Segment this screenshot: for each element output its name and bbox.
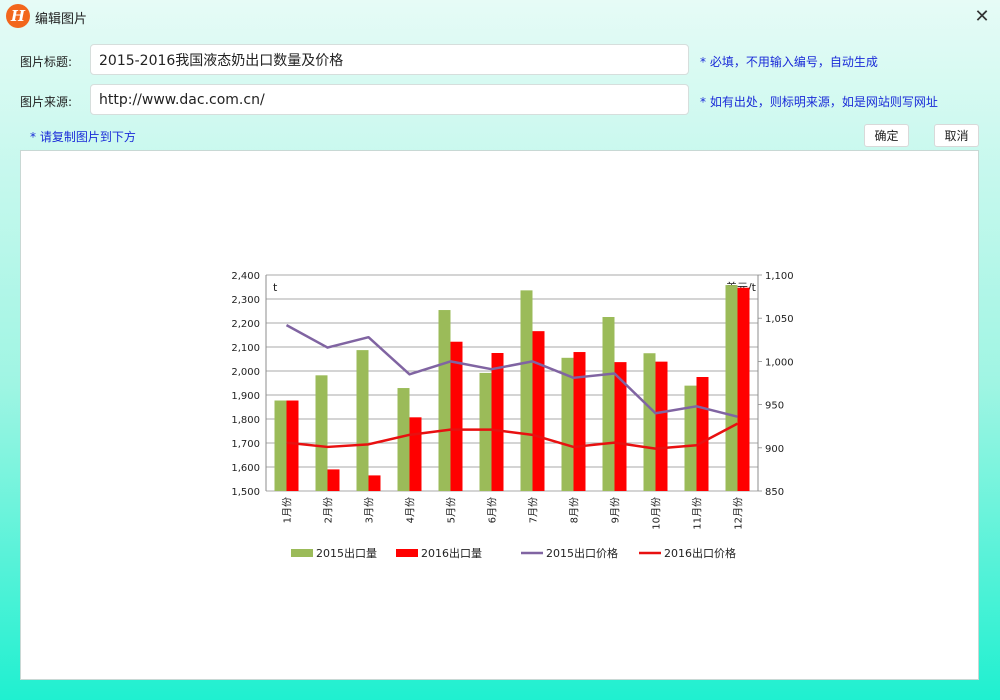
- x-tick-label: 9月份: [610, 497, 622, 523]
- bar-2015出口量-5月份: [438, 310, 451, 491]
- legend-swatch-2015出口量: [291, 549, 313, 557]
- title-required-hint: * 必填，不用输入编号，自动生成: [700, 55, 878, 69]
- legend-label-2015出口量: 2015出口量: [316, 546, 377, 560]
- window-title: 编辑图片: [35, 12, 88, 27]
- title-input[interactable]: [90, 44, 689, 75]
- x-tick-label: 7月份: [528, 497, 540, 523]
- bar-2015出口量-7月份: [520, 290, 533, 491]
- title-field-label: 图片标题:: [20, 55, 73, 69]
- bar-2015出口量-3月份: [356, 350, 369, 491]
- y-left-tick-label: 2,400: [231, 271, 260, 282]
- legend-label-2015出口价格: 2015出口价格: [546, 546, 618, 560]
- line-2016出口价格: [286, 422, 739, 450]
- app-logo-icon: H: [6, 4, 30, 28]
- bar-2015出口量-2月份: [315, 375, 328, 491]
- confirm-button[interactable]: 确定: [864, 124, 909, 147]
- x-tick-label: 11月份: [692, 497, 704, 530]
- bar-2015出口量-11月份: [684, 385, 697, 491]
- close-icon[interactable]: ✕: [968, 2, 996, 30]
- x-tick-label: 5月份: [446, 497, 458, 523]
- bar-2016出口量-10月份: [655, 361, 668, 491]
- y-right-tick-label: 1,000: [765, 357, 794, 368]
- y-left-tick-label: 1,700: [231, 439, 260, 450]
- x-tick-label: 3月份: [364, 497, 376, 523]
- paste-image-hint: * 请复制图片到下方: [30, 130, 136, 144]
- y-right-tick-label: 900: [765, 444, 784, 455]
- y-left-unit-label: t: [273, 281, 278, 294]
- bar-2015出口量-4月份: [397, 388, 410, 491]
- source-input[interactable]: [90, 84, 689, 115]
- export-chart: 1,500 1,600 1,700 1,800 1,900 2,000 2,100 2,200…: [231, 271, 794, 560]
- bar-2016出口量-7月份: [532, 331, 545, 491]
- y-right-tick-label: 950: [765, 401, 784, 412]
- legend-label-2016出口量: 2016出口量: [421, 546, 482, 560]
- y-left-tick-label: 1,800: [231, 415, 260, 426]
- bar-2016出口量-12月份: [737, 287, 750, 491]
- legend-label-2016出口价格: 2016出口价格: [664, 546, 736, 560]
- source-field-label: 图片来源:: [20, 95, 73, 109]
- x-tick-label: 4月份: [405, 497, 417, 523]
- bar-2016出口量-8月份: [573, 352, 586, 491]
- title-bar: H 编辑图片 ✕: [0, 0, 1000, 32]
- bar-2016出口量-6月份: [491, 353, 504, 491]
- bar-2016出口量-9月份: [614, 362, 627, 491]
- y-left-tick-label: 2,200: [231, 319, 260, 330]
- y-left-tick-label: 2,300: [231, 295, 260, 306]
- bar-2015出口量-1月份: [274, 400, 287, 491]
- y-right-tick-label: 1,050: [765, 314, 794, 325]
- y-right-tick-label: 850: [765, 487, 784, 498]
- x-tick-label: 1月份: [282, 497, 294, 523]
- y-left-tick-label: 2,100: [231, 343, 260, 354]
- source-hint: * 如有出处，则标明来源，如是网站则写网址: [700, 95, 938, 109]
- bar-2016出口量-11月份: [696, 377, 709, 491]
- bar-2015出口量-9月份: [602, 317, 615, 491]
- bar-2015出口量-6月份: [479, 372, 492, 491]
- cancel-button[interactable]: 取消: [934, 124, 979, 147]
- image-paste-area[interactable]: 1,500 1,600 1,700 1,800 1,900 2,000 2,100 2,200…: [20, 150, 979, 680]
- legend-swatch-2016出口量: [396, 549, 418, 557]
- bar-2015出口量-12月份: [725, 285, 738, 491]
- bar-2016出口量-1月份: [286, 400, 299, 491]
- x-tick-label: 2月份: [323, 497, 335, 523]
- x-tick-label: 6月份: [487, 497, 499, 523]
- x-tick-label: 10月份: [651, 497, 663, 530]
- y-left-tick-label: 1,600: [231, 463, 260, 474]
- x-tick-label: 8月份: [569, 497, 581, 523]
- y-left-tick-label: 2,000: [231, 367, 260, 378]
- x-tick-label: 12月份: [733, 497, 745, 530]
- bar-2016出口量-2月份: [327, 469, 340, 491]
- bar-2016出口量-3月份: [368, 475, 381, 491]
- bar-2015出口量-10月份: [643, 353, 656, 491]
- y-left-tick-label: 1,900: [231, 391, 260, 402]
- bar-2016出口量-4月份: [409, 417, 422, 491]
- y-left-tick-label: 1,500: [231, 487, 260, 498]
- y-right-tick-label: 1,100: [765, 271, 794, 282]
